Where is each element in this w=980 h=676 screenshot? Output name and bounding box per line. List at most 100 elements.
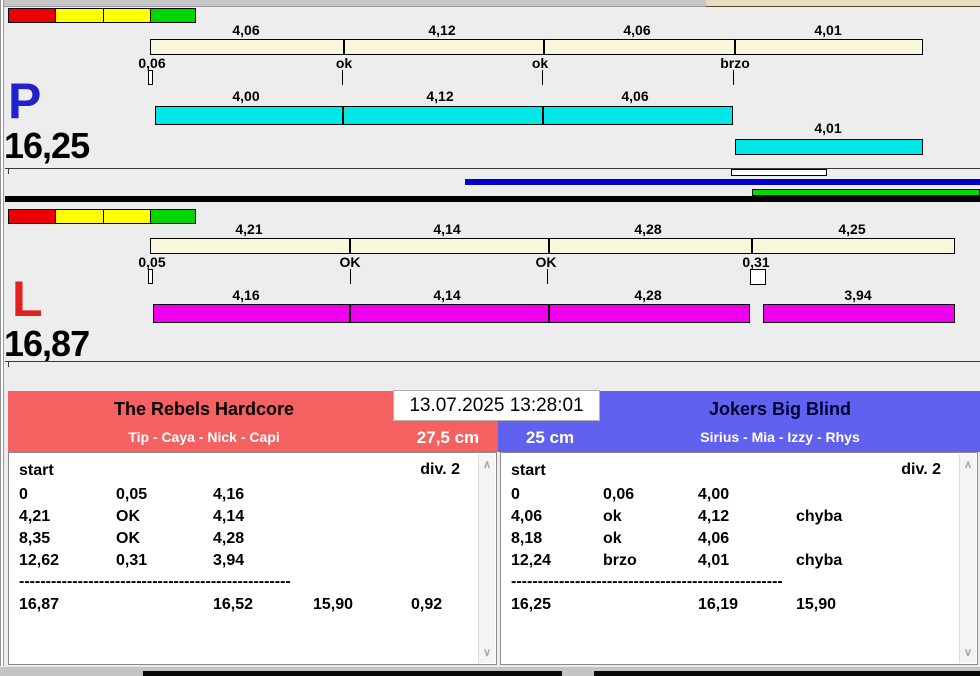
lane-p-run-bar [155, 106, 733, 125]
lane-baseline [5, 168, 980, 169]
cumulative-time: 8,35 [19, 530, 51, 547]
run-split-label: 4,28 [634, 287, 662, 303]
run-split-label: 4,14 [433, 287, 461, 303]
team-right-name: Jokers Big Blind [708, 399, 852, 419]
background-taskbar-gap [562, 671, 594, 676]
ref-split-label: 4,28 [634, 221, 662, 237]
division-label: div. 2 [901, 461, 941, 478]
bar-divider [343, 40, 345, 54]
pass-mark-label: 0,31 [742, 254, 770, 270]
totals-divider: ----------------------------------------… [19, 575, 291, 591]
ref-split-label: 4,01 [814, 22, 842, 38]
scroll-up-icon[interactable]: ∧ [479, 458, 495, 471]
bar-divider [548, 239, 550, 253]
ref-split-label: 4,06 [232, 22, 260, 38]
lane-p-run-bar-last [735, 139, 923, 155]
start-label: start [511, 462, 546, 479]
ref-split-label: 4,25 [838, 221, 866, 237]
split-time: 4,28 [213, 530, 245, 547]
bar-divider [734, 40, 736, 54]
ref-split-label: 4,14 [433, 221, 461, 237]
split-time: 4,12 [698, 508, 730, 525]
run-split-label: 4,00 [232, 88, 260, 104]
total-time: 16,87 [19, 596, 60, 613]
lane-p-letter: P [8, 73, 41, 129]
bar-divider [349, 239, 351, 253]
record-time: 15,90 [313, 596, 354, 613]
pass-tick-marker [547, 269, 548, 284]
scroll-down-icon[interactable]: ∨ [960, 646, 976, 659]
lane-p-total-time: 16,25 [4, 125, 90, 166]
pass-tick-marker [342, 70, 343, 85]
cumulative-time: 0 [19, 486, 28, 503]
split-time: 4,14 [213, 508, 245, 525]
pass-mark-label: ok [531, 55, 549, 71]
green-progress-bar [752, 189, 980, 196]
pass-mark-label: 0,05 [138, 254, 166, 270]
flyball-timing-window: 4,06 4,12 4,06 4,01 0,06 ok ok brzo P 4,… [0, 0, 980, 676]
cumulative-time: 4,21 [19, 508, 51, 525]
pass-mark: ok [603, 508, 622, 525]
lane-baseline [5, 361, 980, 362]
pass-mark: 0,06 [603, 486, 635, 503]
lane-separator [5, 196, 980, 202]
run-split-label: 3,94 [844, 287, 872, 303]
scrollbar-vertical[interactable]: ∧ ∨ [959, 454, 976, 663]
lane-l-run-bar-last [763, 304, 955, 323]
bar-divider [542, 107, 544, 124]
team-left-members: Tip - Caya - Nick - Capi [128, 429, 280, 445]
start-tick-marker [148, 269, 153, 284]
baseline-tick [8, 362, 9, 367]
pass-tick-marker [350, 269, 351, 284]
pass-mark: 0,05 [116, 486, 148, 503]
pass-mark: 0,31 [116, 552, 148, 569]
traffic-yellow-segment [55, 210, 103, 223]
pass-mark-label: brzo [720, 55, 750, 71]
pass-tick-marker [542, 70, 543, 85]
total-time: 16,25 [511, 596, 552, 613]
jump-height-left: 27,5 cm [416, 428, 480, 447]
split-time: 4,00 [698, 486, 730, 503]
background-taskbar-edge [143, 671, 980, 676]
bar-divider [342, 107, 344, 124]
cumulative-time: 8,18 [511, 530, 543, 547]
record-time: 15,90 [796, 596, 837, 613]
scroll-up-icon[interactable]: ∧ [960, 458, 976, 471]
start-label: start [19, 462, 54, 479]
net-time: 16,19 [698, 596, 739, 613]
lane-l-run-bar [153, 304, 750, 323]
pass-mark: OK [116, 530, 140, 547]
split-time: 4,01 [698, 552, 730, 569]
team-right-members: Sirius - Mia - Izzy - Rhys [700, 429, 860, 445]
lane-l-letter: L [12, 271, 43, 327]
scrollbar-vertical[interactable]: ∧ ∨ [478, 454, 495, 663]
start-traffic-light [8, 209, 196, 224]
results-list-right[interactable]: start div. 2 0 0,06 4,00 4,06 ok 4,12 ch… [500, 452, 978, 665]
scroll-down-icon[interactable]: ∨ [479, 646, 495, 659]
traffic-yellow-segment [55, 9, 103, 22]
totals-divider: ----------------------------------------… [511, 575, 783, 591]
pass-mark: OK [116, 508, 140, 525]
window-top-edge [0, 0, 980, 7]
blue-progress-bar [465, 179, 980, 185]
bar-divider [349, 305, 351, 322]
traffic-yellow-segment [103, 9, 151, 22]
bar-divider [543, 40, 545, 54]
ref-split-label: 4,21 [235, 221, 263, 237]
run-split-label: 4,16 [232, 287, 260, 303]
pass-mark-label: OK [339, 254, 361, 270]
reference-time-bar [150, 39, 923, 55]
ref-split-label: 4,12 [428, 22, 456, 38]
baseline-tick [8, 169, 9, 174]
split-time: 3,94 [213, 552, 245, 569]
run-split-label: 4,01 [814, 120, 842, 136]
results-list-left[interactable]: start div. 2 0 0,05 4,16 4,21 OK 4,14 8,… [8, 452, 497, 665]
ref-split-label: 4,06 [623, 22, 651, 38]
cumulative-time: 0 [511, 486, 520, 503]
lane-l-total-time: 16,87 [4, 323, 90, 364]
pass-mark: ok [603, 530, 622, 547]
background-window-edge [706, 0, 980, 7]
team-left-name: The Rebels Hardcore [113, 399, 295, 419]
pass-mark-label: 0,06 [138, 55, 166, 71]
time-difference: 0,92 [411, 596, 443, 613]
